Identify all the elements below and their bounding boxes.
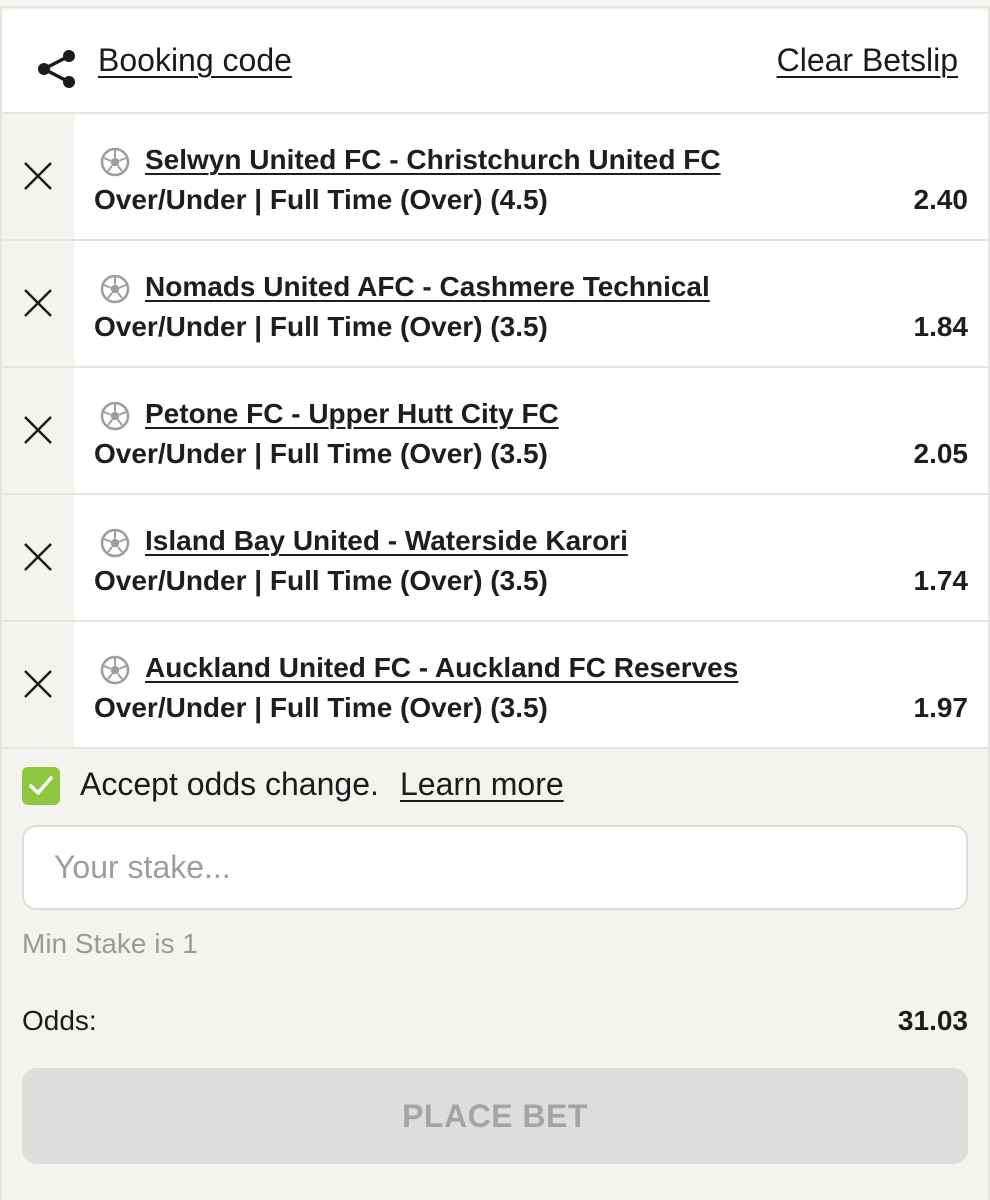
- selection-odds: 1.97: [913, 692, 969, 723]
- market-label: Over/Under | Full Time (Over) (3.5): [94, 438, 548, 469]
- soccer-ball-icon: [100, 655, 130, 685]
- selection-item: Island Bay United - Waterside Karori Ove…: [2, 495, 988, 622]
- soccer-ball-icon: [100, 274, 130, 304]
- learn-more-link[interactable]: Learn more: [400, 766, 564, 803]
- remove-selection-button[interactable]: [2, 495, 74, 620]
- selection-odds: 2.05: [913, 438, 969, 469]
- stake-input[interactable]: [22, 825, 968, 910]
- close-icon: [24, 289, 52, 317]
- soccer-ball-icon: [100, 401, 130, 431]
- selection-details: Selwyn United FC - Christchurch United F…: [74, 114, 988, 239]
- selection-odds: 2.40: [913, 184, 969, 215]
- selection-details: Auckland United FC - Auckland FC Reserve…: [74, 622, 988, 747]
- close-icon: [24, 162, 52, 190]
- soccer-ball-icon: [100, 147, 130, 177]
- selection-list: Selwyn United FC - Christchurch United F…: [2, 114, 988, 749]
- min-stake-hint: Min Stake is 1: [22, 928, 198, 959]
- market-label: Over/Under | Full Time (Over) (3.5): [94, 692, 548, 723]
- selection-item: Nomads United AFC - Cashmere Technical O…: [2, 241, 988, 368]
- market-label: Over/Under | Full Time (Over) (3.5): [94, 311, 548, 342]
- match-name-link[interactable]: Island Bay United - Waterside Karori: [145, 525, 628, 557]
- match-name-link[interactable]: Nomads United AFC - Cashmere Technical: [145, 271, 710, 303]
- remove-selection-button[interactable]: [2, 114, 74, 239]
- total-odds-value: 31.03: [897, 1005, 968, 1036]
- match-name-link[interactable]: Auckland United FC - Auckland FC Reserve…: [145, 652, 738, 684]
- remove-selection-button[interactable]: [2, 368, 74, 493]
- top-divider: [0, 0, 990, 8]
- clear-betslip-link[interactable]: Clear Betslip: [777, 42, 958, 79]
- checkmark-icon: [29, 776, 53, 795]
- selection-item: Petone FC - Upper Hutt City FC Over/Unde…: [2, 368, 988, 495]
- close-icon: [24, 670, 52, 698]
- close-icon: [24, 416, 52, 444]
- selection-odds: 1.84: [913, 311, 969, 342]
- booking-code-link[interactable]: Booking code: [98, 42, 292, 79]
- match-name-link[interactable]: Petone FC - Upper Hutt City FC: [145, 398, 559, 430]
- remove-selection-button[interactable]: [2, 241, 74, 366]
- market-label: Over/Under | Full Time (Over) (3.5): [94, 565, 548, 596]
- close-icon: [24, 543, 52, 571]
- share-icon[interactable]: [36, 50, 78, 88]
- market-label: Over/Under | Full Time (Over) (4.5): [94, 184, 548, 215]
- selection-odds: 1.74: [913, 565, 969, 596]
- place-bet-button[interactable]: PLACE BET: [22, 1068, 968, 1164]
- total-odds-label: Odds:: [22, 1005, 97, 1036]
- selection-details: Island Bay United - Waterside Karori Ove…: [74, 495, 988, 620]
- match-name-link[interactable]: Selwyn United FC - Christchurch United F…: [145, 144, 721, 176]
- accept-odds-checkbox[interactable]: [22, 767, 60, 805]
- selection-details: Petone FC - Upper Hutt City FC Over/Unde…: [74, 368, 988, 493]
- selection-item: Selwyn United FC - Christchurch United F…: [2, 114, 988, 241]
- betslip-header: Booking code Clear Betslip: [2, 10, 988, 114]
- selection-details: Nomads United AFC - Cashmere Technical O…: [74, 241, 988, 366]
- soccer-ball-icon: [100, 528, 130, 558]
- remove-selection-button[interactable]: [2, 622, 74, 747]
- accept-odds-label: Accept odds change.: [80, 766, 379, 802]
- selection-item: Auckland United FC - Auckland FC Reserve…: [2, 622, 988, 749]
